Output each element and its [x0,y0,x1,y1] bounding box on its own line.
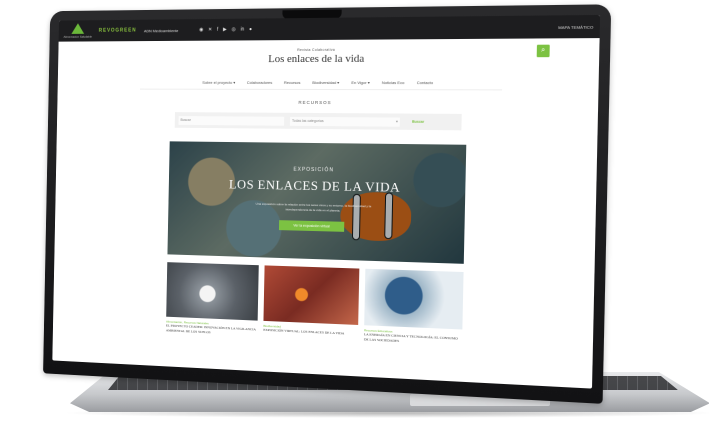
article-card[interactable]: Recursos Educativos La energía en cienci… [364,269,464,346]
resource-filter-bar: Buscar Todas las categorías ▾ Buscar [175,112,462,130]
nav-item-resources[interactable]: Recursos [284,80,301,85]
search-button[interactable]: ⌕ [537,45,550,58]
article-card[interactable]: Biodiversidad Exposición virtual: Los en… [263,265,359,341]
site-title[interactable]: Los enlaces de la vida [58,52,599,66]
laptop-screen: Alimentación Saludable REVOGREEN ADN Med… [52,15,600,389]
partner-logo[interactable]: REVOGREEN [99,28,137,34]
rss-icon[interactable]: ◉ [199,27,203,33]
article-card[interactable]: Alimentación, Recursos Naturales El proy… [166,262,259,336]
nav-item-biodiversity[interactable]: Biodiversidad ▾ [312,80,339,85]
laptop-lid: Alimentación Saludable REVOGREEN ADN Med… [43,4,611,404]
category-select-value: Todas las categorías [292,118,324,123]
topbar-link[interactable]: ADN Medioambiente [144,28,179,33]
search-input[interactable]: Buscar [179,116,285,126]
x-icon[interactable]: ✕ [208,27,212,33]
instagram-icon[interactable]: ◎ [231,27,235,33]
nav-item-collaborators[interactable]: Colaboradores [247,80,273,85]
nav-item-contact[interactable]: Contacto [417,80,434,85]
nav-item-eco-news[interactable]: Noticias Eco [382,80,405,85]
section-heading: RECURSOS [57,99,598,106]
topbar-right-link[interactable]: MAPA TEMÁTICO [558,24,593,30]
social-links: ◉ ✕ f ▶ ◎ in ● [199,27,252,33]
linkedin-icon[interactable]: in [240,27,244,33]
nav-item-about[interactable]: Sobre el proyecto ▾ [202,80,235,85]
facebook-icon[interactable]: f [217,27,218,33]
main-nav: Sobre el proyecto ▾ Colaboradores Recurs… [140,76,502,90]
logo-text: Alimentación Saludable [63,35,92,39]
youtube-icon[interactable]: ▶ [223,27,227,33]
site-logo[interactable]: Alimentación Saludable [64,23,92,39]
logo-mark-icon [71,23,84,34]
search-icon: ⌕ [541,47,545,55]
coral-fish-image [263,265,359,325]
filter-search-button[interactable]: Buscar [412,120,424,124]
site-header: Revista Colaborativa Los enlaces de la v… [58,38,600,76]
chevron-down-icon: ▾ [396,119,398,124]
article-cards: Alimentación, Recursos Naturales El proy… [166,262,464,346]
world-map-image [364,269,463,330]
hero-banner: EXPOSICIÓN LOS ENLACES DE LA VIDA Una ex… [167,141,466,263]
lightbulb-image [166,262,259,320]
hero-cta-button[interactable]: Ver la exposición virtual [279,220,344,232]
podcast-icon[interactable]: ● [249,27,252,33]
nav-item-en-vigor[interactable]: En Vigor ▾ [351,80,370,85]
category-select[interactable]: Todas las categorías ▾ [290,116,400,126]
